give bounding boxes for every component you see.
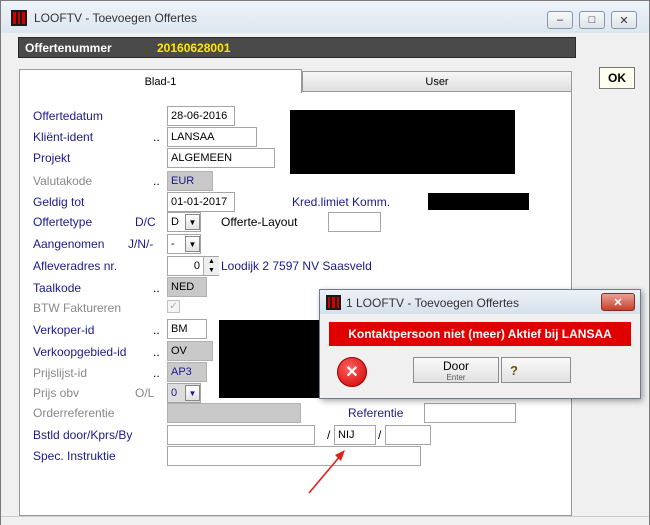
offer-number-header: Offertenummer 20160628001 [18, 37, 576, 58]
app-logo-icon [11, 10, 27, 26]
orderreferentie-label: Orderreferentie [33, 406, 115, 420]
projekt-field[interactable]: ALGEMEEN [167, 148, 275, 168]
error-message: Kontaktpersoon niet (meer) Aktief bij LA… [329, 322, 631, 346]
offertetype-label: Offertetype [33, 215, 93, 229]
offertetype-select[interactable]: D ▼ [167, 212, 201, 232]
referentie-field[interactable] [424, 403, 516, 423]
offertedatum-field[interactable]: 28-06-2016 [167, 106, 235, 126]
afleveradres-address: Loodijk 2 7597 NV Saasveld [221, 259, 372, 273]
projekt-label: Projekt [33, 151, 71, 165]
tab-user[interactable]: User [302, 71, 572, 93]
bstld-separator-1: / [327, 428, 331, 442]
checkbox-icon[interactable]: ✓ [167, 300, 180, 313]
prijs-obv-select: 0 ▼ [167, 383, 201, 403]
bstld-by-field[interactable] [385, 425, 431, 445]
verkoper-prompt-dots[interactable]: .. [153, 323, 160, 337]
prijslijst-prompt-dots[interactable]: .. [153, 366, 160, 380]
dropdown-arrow-icon[interactable]: ▼ [185, 236, 200, 252]
afleveradres-value: 0 [193, 260, 200, 272]
klient-label: Kliënt-ident [33, 130, 94, 144]
offertetype-value: D [171, 216, 179, 228]
offer-number-value: 20160628001 [157, 41, 231, 55]
tab-blad-1[interactable]: Blad-1 [19, 69, 302, 93]
btw-faktureren-label: BTW Faktureren [33, 301, 122, 315]
geldig-tot-label: Geldig tot [33, 195, 85, 209]
kred-limiet-label: Kred.limiet Komm. [292, 195, 391, 209]
prijs-obv-value: 0 [171, 387, 178, 399]
verkoopgebied-prompt-dots[interactable]: .. [153, 345, 160, 359]
error-dialog: 1 LOOFTV - Toevoegen Offertes ✕ Kontaktp… [319, 289, 641, 399]
verkoper-label: Verkoper-id [33, 323, 95, 337]
taalkode-label: Taalkode [33, 281, 82, 295]
dropdown-arrow-icon[interactable]: ▼ [185, 214, 200, 230]
main-window: LOOFTV - Toevoegen Offertes – □ ✕ Offert… [0, 0, 650, 525]
prijslijst-label: Prijslijst-id [33, 366, 87, 380]
prijs-obv-hint: O/L [135, 386, 155, 400]
spinner-icon[interactable]: ▲ ▼ [203, 257, 219, 275]
redacted-client-info [290, 110, 515, 174]
help-button[interactable]: ? [501, 357, 571, 383]
aangenomen-hint: J/N/- [128, 237, 154, 251]
ok-button[interactable]: OK [599, 67, 635, 89]
valutakode-prompt-dots[interactable]: .. [153, 174, 160, 188]
afleveradres-label: Afleveradres nr. [33, 259, 118, 273]
taalkode-field: NED [167, 277, 207, 297]
bstld-door-field[interactable] [167, 425, 315, 445]
prijslijst-field: AP3 [167, 362, 207, 382]
door-button[interactable]: Door Enter [413, 357, 499, 383]
door-button-sublabel: Enter [446, 372, 466, 382]
annotation-arrow [308, 450, 345, 494]
redacted-credit-limit [428, 193, 529, 210]
geldig-tot-field[interactable]: 01-01-2017 [167, 192, 235, 212]
verkoopgebied-label: Verkoopgebied-id [33, 345, 127, 359]
maximize-icon[interactable]: □ [579, 11, 605, 29]
valutakode-label: Valutakode [33, 174, 93, 188]
dialog-title-bar: 1 LOOFTV - Toevoegen Offertes ✕ [320, 290, 640, 314]
bstld-separator-2: / [378, 428, 382, 442]
error-icon: ✕ [337, 357, 367, 387]
verkoopgebied-field: OV [167, 341, 213, 361]
close-icon[interactable]: ✕ [611, 11, 637, 29]
aangenomen-select[interactable]: - ▼ [167, 234, 201, 254]
referentie-label: Referentie [348, 406, 404, 420]
status-strip [1, 516, 649, 525]
klient-prompt-dots[interactable]: .. [153, 130, 160, 144]
app-logo-icon [326, 295, 341, 310]
aangenomen-label: Aangenomen [33, 237, 105, 251]
dropdown-arrow-icon: ▼ [185, 385, 200, 401]
valutakode-field: EUR [167, 171, 213, 191]
offertedatum-label: Offertedatum [33, 109, 103, 123]
bstld-label: Bstld door/Kprs/By [33, 428, 133, 442]
window-title: LOOFTV - Toevoegen Offertes [34, 11, 197, 25]
dialog-title: 1 LOOFTV - Toevoegen Offertes [346, 296, 519, 310]
orderreferentie-field [167, 403, 301, 423]
redacted-sales-info [219, 320, 319, 398]
offertetype-hint: D/C [135, 215, 156, 229]
taalkode-prompt-dots[interactable]: .. [153, 281, 160, 295]
prijs-obv-label: Prijs obv [33, 386, 80, 400]
help-icon: ? [510, 362, 518, 378]
door-button-label: Door [442, 358, 469, 373]
minimize-icon[interactable]: – [547, 11, 573, 29]
title-bar: LOOFTV - Toevoegen Offertes – □ ✕ [1, 1, 649, 33]
offerte-layout-field[interactable] [328, 212, 381, 232]
offerte-layout-label: Offerte-Layout [221, 215, 298, 229]
offer-number-label: Offertenummer [25, 41, 112, 55]
spec-instruktie-field[interactable] [167, 446, 421, 466]
verkoper-field[interactable]: BM [167, 319, 207, 339]
spec-instruktie-label: Spec. Instruktie [33, 449, 116, 463]
klient-field[interactable]: LANSAA [167, 127, 257, 147]
close-icon[interactable]: ✕ [601, 293, 635, 311]
aangenomen-value: - [171, 238, 175, 250]
